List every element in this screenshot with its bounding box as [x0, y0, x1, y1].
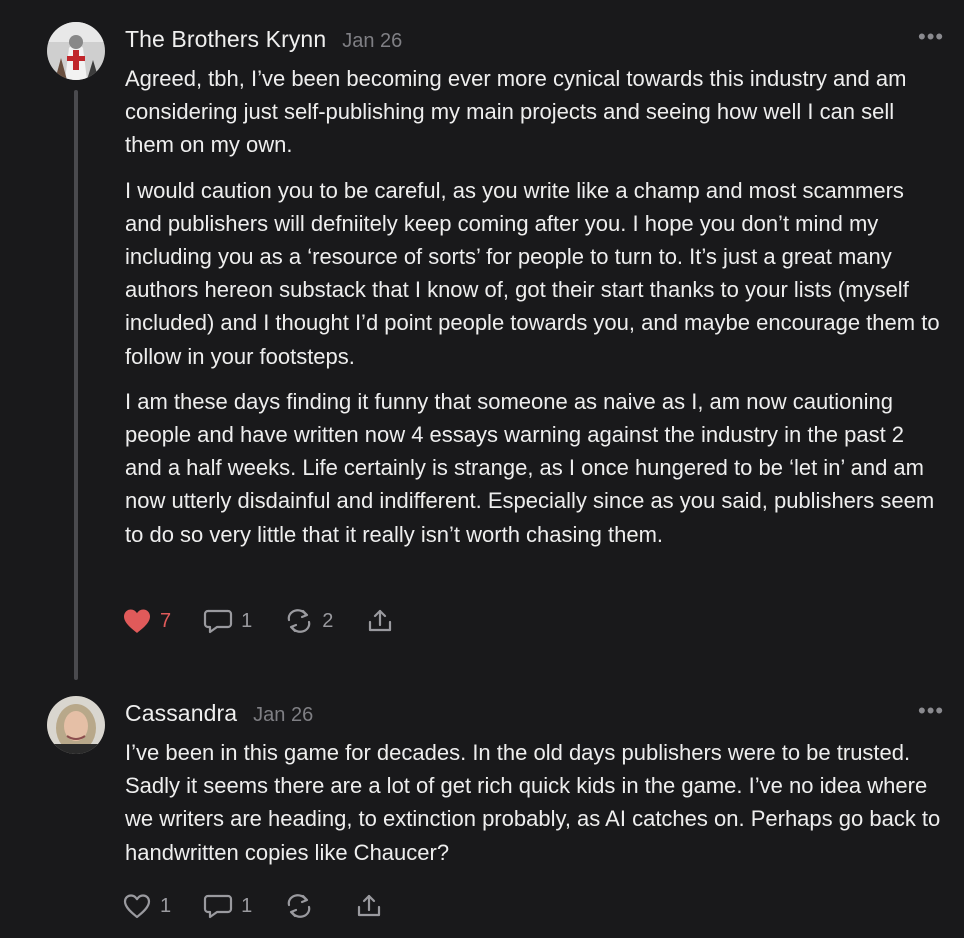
more-options-icon[interactable]: ••• [918, 700, 943, 726]
comment-paragraph: I am these days finding it funny that so… [125, 388, 935, 547]
like-button[interactable]: 7 [122, 608, 171, 634]
share-icon [369, 609, 392, 632]
comment-paragraph: I’ve been in this game for decades. In t… [125, 740, 941, 865]
comment-actions: 1 1 [122, 889, 416, 923]
like-button[interactable]: 1 [122, 893, 171, 919]
more-options-icon[interactable]: ••• [918, 26, 943, 52]
comment-body: I’ve been in this game for decades. In t… [125, 736, 945, 881]
reply-count: 1 [241, 894, 253, 917]
avatar[interactable] [47, 22, 105, 80]
comment-actions: 7 1 2 [122, 604, 427, 638]
restack-icon [287, 609, 311, 633]
thread-line [74, 90, 78, 680]
author-name[interactable]: Cassandra [125, 700, 237, 727]
comment-bubble-icon [204, 609, 233, 634]
reply-button[interactable]: 1 [203, 893, 252, 919]
comment-bubble-icon [204, 894, 233, 919]
restack-button[interactable] [284, 893, 322, 919]
share-button[interactable] [365, 608, 395, 634]
comment-header: The Brothers Krynn Jan 26 [125, 26, 402, 56]
comment-header: Cassandra Jan 26 [125, 700, 313, 730]
reply-count: 1 [241, 609, 253, 632]
comment-paragraph: Agreed, tbh, I’ve been becoming ever mor… [125, 66, 907, 158]
like-count: 7 [160, 609, 172, 632]
restack-icon [287, 894, 311, 918]
restack-button[interactable]: 2 [284, 608, 333, 634]
comment-body: Agreed, tbh, I’ve been becoming ever mor… [125, 62, 945, 563]
avatar[interactable] [47, 696, 105, 754]
restack-count: 2 [322, 609, 334, 632]
share-icon [358, 894, 381, 917]
share-button[interactable] [354, 893, 384, 919]
author-name[interactable]: The Brothers Krynn [125, 26, 326, 53]
heart-outline-icon [123, 894, 151, 919]
comment-date[interactable]: Jan 26 [253, 704, 313, 727]
like-count: 1 [160, 894, 172, 917]
comment-paragraph: I would caution you to be careful, as yo… [125, 177, 940, 369]
comment-date[interactable]: Jan 26 [342, 30, 402, 53]
reply-button[interactable]: 1 [203, 608, 252, 634]
heart-filled-icon [124, 609, 150, 633]
